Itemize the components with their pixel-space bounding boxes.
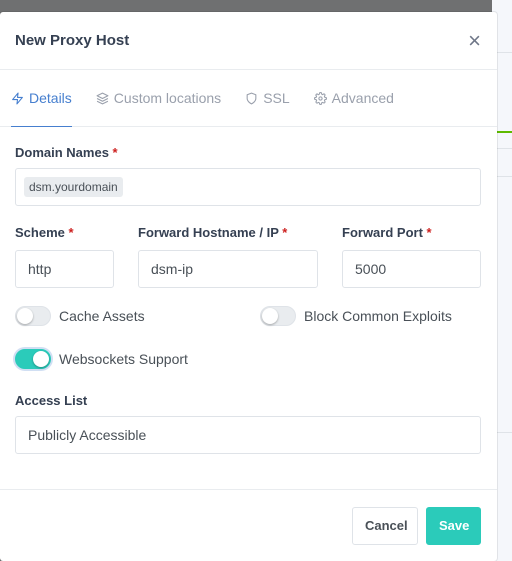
access-list-select[interactable] bbox=[15, 416, 481, 454]
forward-port-group: Forward Port * bbox=[342, 225, 481, 288]
shield-icon bbox=[246, 92, 257, 104]
close-icon[interactable]: × bbox=[468, 29, 481, 52]
websockets-toggle[interactable]: Websockets Support bbox=[15, 349, 188, 369]
label-text: Forward Port bbox=[342, 225, 423, 240]
toggle-switch[interactable] bbox=[15, 306, 51, 326]
toggle-switch[interactable] bbox=[15, 349, 51, 369]
toggle-row-1: Cache Assets Block Common Exploits bbox=[15, 305, 481, 327]
domain-names-input[interactable]: dsm.yourdomain bbox=[15, 168, 481, 206]
toggle-switch[interactable] bbox=[260, 306, 296, 326]
forward-port-input[interactable] bbox=[342, 250, 481, 288]
tab-label: SSL bbox=[263, 90, 290, 106]
forward-host-label: Forward Hostname / IP * bbox=[138, 225, 318, 242]
tab-details[interactable]: Details bbox=[11, 70, 72, 127]
forward-host-group: Forward Hostname / IP * bbox=[138, 225, 318, 288]
toggle-knob bbox=[33, 351, 49, 367]
tab-label: Advanced bbox=[331, 90, 394, 106]
tab-label: Details bbox=[29, 90, 72, 106]
tab-advanced[interactable]: Advanced bbox=[313, 70, 394, 126]
modal-header: New Proxy Host × bbox=[0, 12, 497, 70]
tab-bar: Details Custom locations SSL Advanced bbox=[0, 70, 497, 127]
cancel-button[interactable]: Cancel bbox=[352, 506, 418, 545]
required-mark: * bbox=[68, 225, 74, 240]
save-button[interactable]: Save bbox=[426, 506, 481, 545]
block-exploits-toggle[interactable]: Block Common Exploits bbox=[260, 306, 452, 326]
label-text: Forward Hostname / IP bbox=[138, 225, 279, 240]
scheme-input[interactable] bbox=[15, 250, 114, 288]
required-mark: * bbox=[426, 225, 432, 240]
form-body: Domain Names * dsm.yourdomain Scheme * F… bbox=[0, 127, 497, 454]
toggle-label: Websockets Support bbox=[59, 351, 188, 367]
required-mark: * bbox=[112, 145, 118, 160]
cache-assets-toggle[interactable]: Cache Assets bbox=[15, 306, 260, 326]
label-text: Domain Names bbox=[15, 145, 109, 160]
label-text: Scheme bbox=[15, 225, 65, 240]
tab-ssl[interactable]: SSL bbox=[245, 70, 290, 126]
bolt-icon bbox=[12, 92, 23, 104]
proxy-host-modal: New Proxy Host × Details Custom location… bbox=[0, 12, 497, 561]
toggle-label: Cache Assets bbox=[59, 308, 145, 324]
domain-names-label: Domain Names * bbox=[15, 145, 481, 160]
forward-row: Scheme * Forward Hostname / IP * Forward… bbox=[15, 225, 481, 288]
toggle-label: Block Common Exploits bbox=[304, 308, 452, 324]
access-list-label: Access List bbox=[15, 393, 88, 408]
toggle-knob bbox=[17, 308, 33, 324]
gear-icon bbox=[313, 91, 327, 105]
forward-host-input[interactable] bbox=[138, 250, 318, 288]
domain-tag[interactable]: dsm.yourdomain bbox=[24, 177, 123, 197]
scheme-label: Scheme * bbox=[15, 225, 114, 242]
layers-icon bbox=[96, 92, 109, 104]
tab-custom-locations[interactable]: Custom locations bbox=[96, 70, 221, 126]
scheme-group: Scheme * bbox=[15, 225, 114, 288]
modal-footer: Cancel Save bbox=[0, 489, 497, 561]
forward-port-label: Forward Port * bbox=[342, 225, 481, 242]
modal-title: New Proxy Host bbox=[15, 32, 130, 49]
required-mark: * bbox=[282, 225, 288, 240]
toggle-row-2: Websockets Support bbox=[15, 348, 481, 370]
toggle-knob bbox=[262, 308, 278, 324]
tab-label: Custom locations bbox=[113, 90, 222, 106]
